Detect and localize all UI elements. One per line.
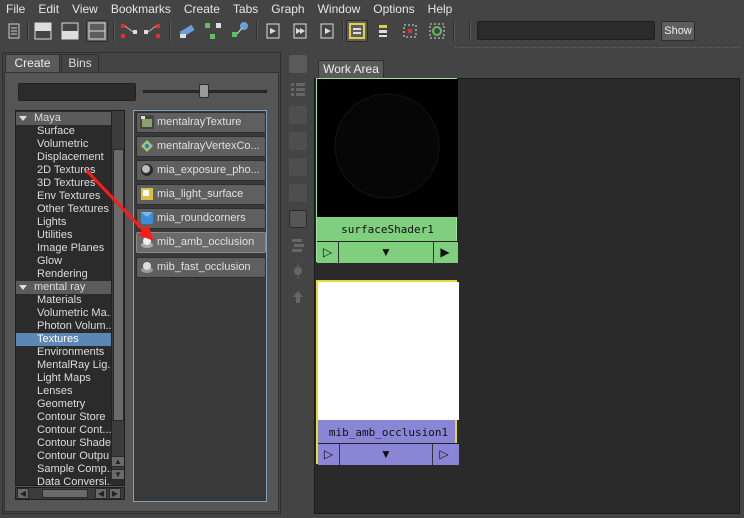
layout-split-icon[interactable] [86, 20, 108, 42]
tree-item[interactable]: Photon Volum... [16, 320, 111, 333]
sort-reverse-icon[interactable] [289, 288, 307, 306]
input-port-icon[interactable]: ▷ [318, 444, 340, 465]
layout-bottom-icon[interactable] [59, 20, 81, 42]
input-port-icon[interactable]: ▷ [317, 242, 339, 263]
huge-icons-icon[interactable] [289, 184, 307, 202]
scroll-left-button[interactable]: ◀ [95, 488, 107, 499]
vertex-colors-icon [140, 139, 154, 153]
sort-by-type-icon[interactable] [289, 236, 307, 254]
tree-item[interactable]: Geometry [16, 398, 111, 411]
panel-resize-handle[interactable] [455, 47, 740, 50]
graph-updown-icon[interactable] [316, 20, 338, 42]
node-name-label: surfaceShader1 [341, 223, 434, 236]
fast-occlusion-icon [140, 260, 154, 274]
scroll-up-button[interactable]: ▲ [111, 456, 124, 467]
annotation-arrow [84, 168, 154, 241]
tree-item[interactable]: Data Conversi... [16, 476, 111, 485]
tree-item[interactable]: Environments [16, 346, 111, 359]
texture-file-icon [140, 115, 154, 129]
search-input[interactable] [477, 21, 655, 40]
large-icons-icon[interactable] [289, 158, 307, 176]
menu-graph[interactable]: Graph [265, 2, 311, 16]
graph-down-icon[interactable] [289, 20, 311, 42]
layout-top-icon[interactable] [32, 20, 54, 42]
tree-item[interactable]: Light Maps [16, 372, 111, 385]
menu-tabs[interactable]: Tabs [227, 2, 265, 16]
scroll-down-button[interactable]: ▼ [111, 469, 124, 480]
tree-item[interactable]: Contour Cont... [16, 424, 111, 437]
hypershade-list-icon[interactable] [3, 20, 25, 42]
collapse-icon[interactable] [19, 115, 27, 121]
tab-bins[interactable]: Bins [61, 54, 99, 72]
menu-help[interactable]: Help [422, 2, 460, 16]
tab-create[interactable]: Create [5, 54, 60, 72]
show-button[interactable]: Show [661, 21, 695, 41]
menu-options[interactable]: Options [367, 2, 421, 16]
tree-horizontal-scrollbar[interactable]: ◀ ◀ ▶ [15, 487, 125, 500]
sort-by-time-icon[interactable] [289, 262, 307, 280]
bookmark-icon[interactable] [399, 20, 421, 42]
shader-node-mib-amb-occlusion1[interactable]: mib_amb_occlusion1 ▷ ▼ ▷ [316, 280, 459, 465]
output-port-icon[interactable]: ▶ [434, 242, 456, 263]
expand-ports-icon[interactable]: ▼ [339, 242, 434, 263]
graph-icon[interactable] [289, 55, 307, 73]
tree-item-selected[interactable]: Textures [16, 333, 111, 346]
node-port-bar: ▷ ▼ ▶ [317, 241, 458, 263]
tree-item[interactable]: Materials [16, 294, 111, 307]
frame-icon[interactable] [426, 20, 448, 42]
tree-item[interactable]: Contour Outpu [16, 450, 111, 463]
tree-item[interactable]: Surface [16, 125, 111, 138]
scroll-left-button[interactable]: ◀ [17, 488, 29, 499]
scrollbar-thumb[interactable] [42, 489, 88, 498]
node-button-mib-fast-occlusion[interactable]: mib_fast_occlusion [136, 257, 266, 278]
tree-item[interactable]: Volumetric [16, 138, 111, 151]
tree-item[interactable]: Contour Shade [16, 437, 111, 450]
rearrange-graph-icon[interactable] [202, 20, 224, 42]
tree-item[interactable]: Glow [16, 255, 111, 268]
list-view-icon[interactable] [289, 80, 307, 98]
shader-swatch [317, 79, 458, 217]
tree-item[interactable]: Sample Comp... [16, 463, 111, 476]
node-port-bar: ▷ ▼ ▷ [318, 443, 459, 465]
toolbar: Show [0, 18, 744, 46]
medium-icons-icon[interactable] [289, 132, 307, 150]
menu-view[interactable]: View [66, 2, 105, 16]
graph-materials-icon[interactable] [229, 20, 251, 42]
tree-item[interactable]: Displacement [16, 151, 111, 164]
collapse-icon[interactable] [19, 284, 27, 290]
menu-file[interactable]: File [0, 2, 32, 16]
menu-edit[interactable]: Edit [32, 2, 66, 16]
icon-size-slider-handle[interactable] [199, 84, 209, 98]
shader-swatch [318, 282, 459, 420]
tree-item[interactable]: Lenses [16, 385, 111, 398]
expand-ports-icon[interactable]: ▼ [340, 444, 433, 465]
tree-group-mental-ray[interactable]: mental ray [16, 281, 111, 294]
filter-icon[interactable] [372, 20, 394, 42]
graph-up-icon[interactable] [262, 20, 284, 42]
swatch-icon[interactable] [346, 20, 368, 42]
clear-graph-icon[interactable] [176, 20, 198, 42]
sort-by-name-icon[interactable] [289, 210, 307, 228]
tree-item[interactable]: Volumetric Ma... [16, 307, 111, 320]
input-connections-icon[interactable] [119, 20, 141, 42]
node-filter-input[interactable] [18, 83, 136, 101]
output-port-icon[interactable]: ▷ [433, 444, 455, 465]
tree-item[interactable]: Rendering [16, 268, 111, 281]
tree-item[interactable]: MentalRay Lig... [16, 359, 111, 372]
menu-create[interactable]: Create [178, 2, 227, 16]
menu-bookmarks[interactable]: Bookmarks [105, 2, 178, 16]
node-button-mentalrayvertexcolors[interactable]: mentalrayVertexCo... [136, 136, 266, 157]
menu-bar: File Edit View Bookmarks Create Tabs Gra… [0, 0, 744, 18]
tree-group-maya[interactable]: Maya [16, 112, 111, 125]
tab-work-area[interactable]: Work Area [318, 60, 384, 78]
scroll-right-button[interactable]: ▶ [109, 488, 121, 499]
tree-item[interactable]: Contour Store [16, 411, 111, 424]
node-button-mentalraytexture[interactable]: mentalrayTexture [136, 112, 266, 133]
shader-node-surfaceshader1[interactable]: surfaceShader1 ▷ ▼ ▶ [316, 78, 458, 263]
menu-window[interactable]: Window [312, 2, 368, 16]
node-name-label: mib_amb_occlusion1 [328, 426, 449, 439]
output-connections-icon[interactable] [142, 20, 164, 42]
small-icons-icon[interactable] [289, 106, 307, 124]
